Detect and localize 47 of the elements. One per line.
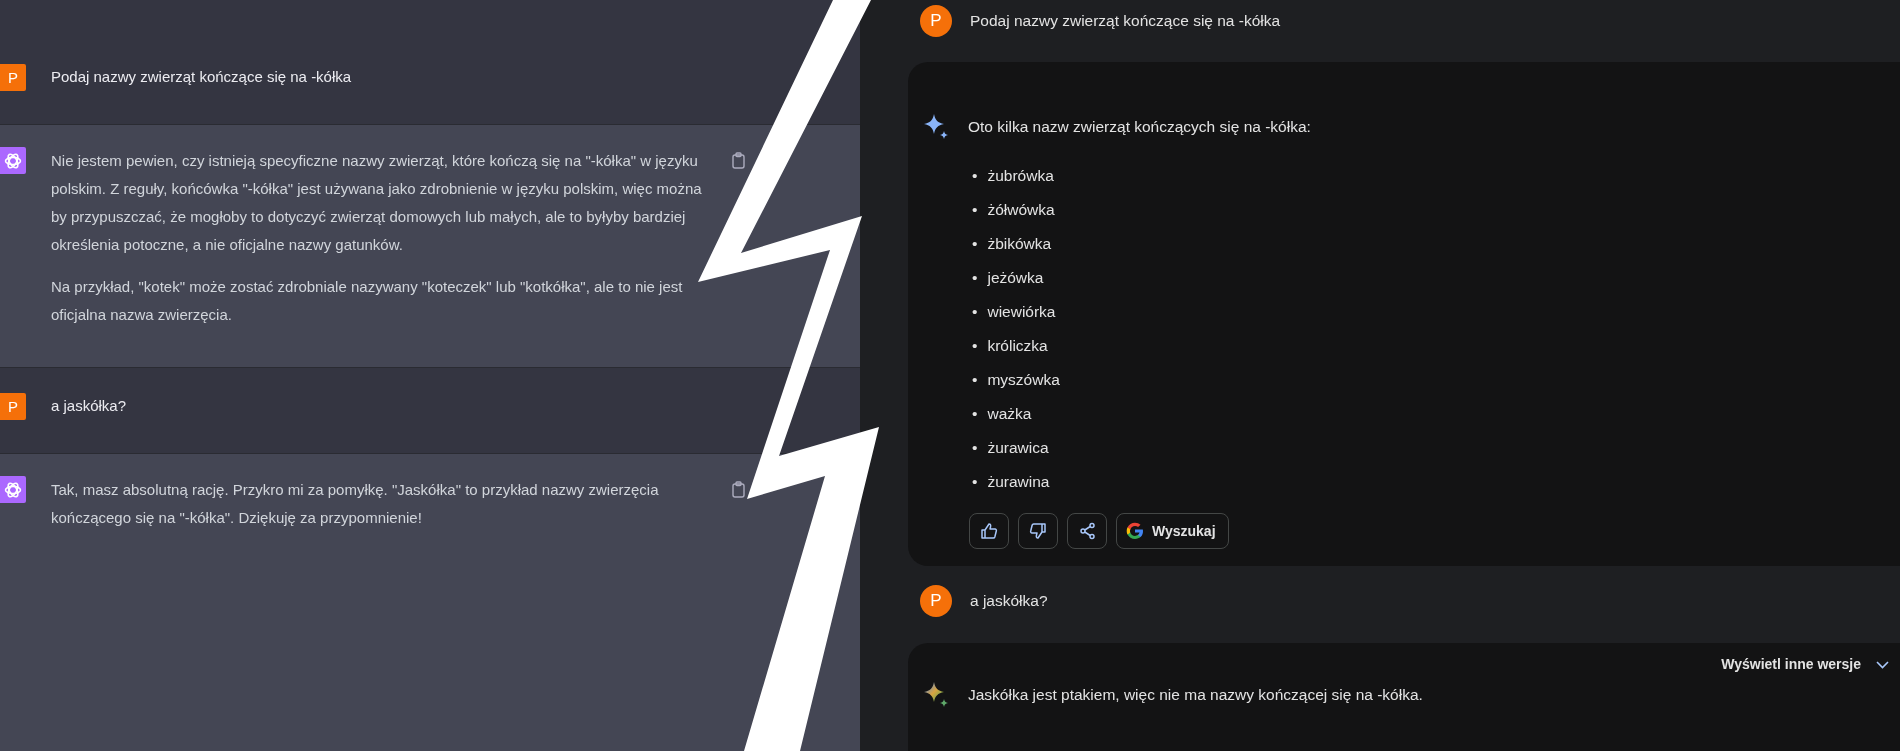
google-logo-icon — [1126, 522, 1144, 540]
list-item: jeżówka — [987, 268, 1044, 288]
sparkle-icon — [924, 114, 948, 139]
list-item: żubrówka — [987, 166, 1054, 186]
message-text: Podaj nazwy zwierząt kończące się na -kółka — [51, 67, 353, 87]
avatar: P — [0, 64, 26, 91]
share-button[interactable] — [1067, 513, 1107, 549]
search-button[interactable]: Wyszukaj — [1116, 513, 1229, 549]
list-bullet: • — [972, 438, 978, 458]
chevron-down-icon — [1875, 658, 1890, 670]
list-bullet: • — [972, 234, 978, 254]
list-bullet: • — [972, 472, 978, 492]
list-item: żółwówka — [987, 200, 1055, 220]
list-bullet: • — [972, 370, 978, 390]
list-item: wiewiórka — [987, 302, 1056, 322]
like-button[interactable] — [969, 513, 1009, 549]
message-text: Podaj nazwy zwierząt kończące się na -kółka — [970, 12, 1281, 30]
clipboard-icon[interactable] — [731, 152, 746, 169]
thumbs-up-icon — [980, 522, 998, 540]
list-item: króliczka — [987, 336, 1048, 356]
list-bullet: • — [972, 302, 978, 322]
sparkle-icon — [924, 682, 948, 707]
list-bullet: • — [972, 404, 978, 424]
versions-button[interactable]: Wyświetl inne wersje — [1721, 656, 1900, 672]
thumbs-down-icon — [1029, 522, 1047, 540]
list-item: myszówka — [987, 370, 1060, 390]
message-text: a jaskółka? — [51, 396, 128, 416]
list-item: ważka — [987, 404, 1032, 424]
message-text: Oto kilka nazw zwierząt kończących się na -kółka: — [968, 117, 1311, 136]
list-bullet: • — [972, 336, 978, 356]
dislike-button[interactable] — [1018, 513, 1058, 549]
message-text: a jaskółka? — [970, 592, 1048, 610]
list-item: żbikówka — [987, 234, 1052, 254]
message-text: Tak, masz absolutną rację. Przykro mi za pomyłkę. "Jaskółka" to przykład nazwy zwierzęcia kończącego się na "-kółka". Dziękuję za przypomnienie! — [51, 480, 660, 528]
message-text: Nie jestem pewien, czy istnieją specyficzne nazwy zwierząt, które kończą się na "-kółka" w języku polskim. Z reguły, końcówka "-kółka" jest używana jako zdrobnienie w języku polskim, więc można by przypuszczać, że mogłoby to dotyczyć zwierząt domowych lub małych, ale to byłyby bardziej określenia potoczne, a nie oficjalne nazwy gatunków. — [51, 151, 703, 255]
list-bullet: • — [972, 268, 978, 288]
avatar: P — [920, 5, 952, 37]
avatar: P — [920, 585, 952, 617]
list-bullet: • — [972, 200, 978, 220]
avatar: P — [0, 393, 26, 420]
list-bullet: • — [972, 166, 978, 186]
message-text: Jaskółka jest ptakiem, więc nie ma nazwy kończącej się na -kółka. — [968, 685, 1423, 704]
share-icon — [1078, 522, 1096, 540]
clipboard-icon[interactable] — [731, 481, 746, 498]
list-item: żurawina — [987, 472, 1050, 492]
message-text: Na przykład, "kotek" może zostać zdrobniale nazywany "koteczek" lub "kotkółka", ale to nie jest oficjalna nazwa zwierzęcia. — [51, 277, 684, 325]
list-item: żurawica — [987, 438, 1049, 458]
